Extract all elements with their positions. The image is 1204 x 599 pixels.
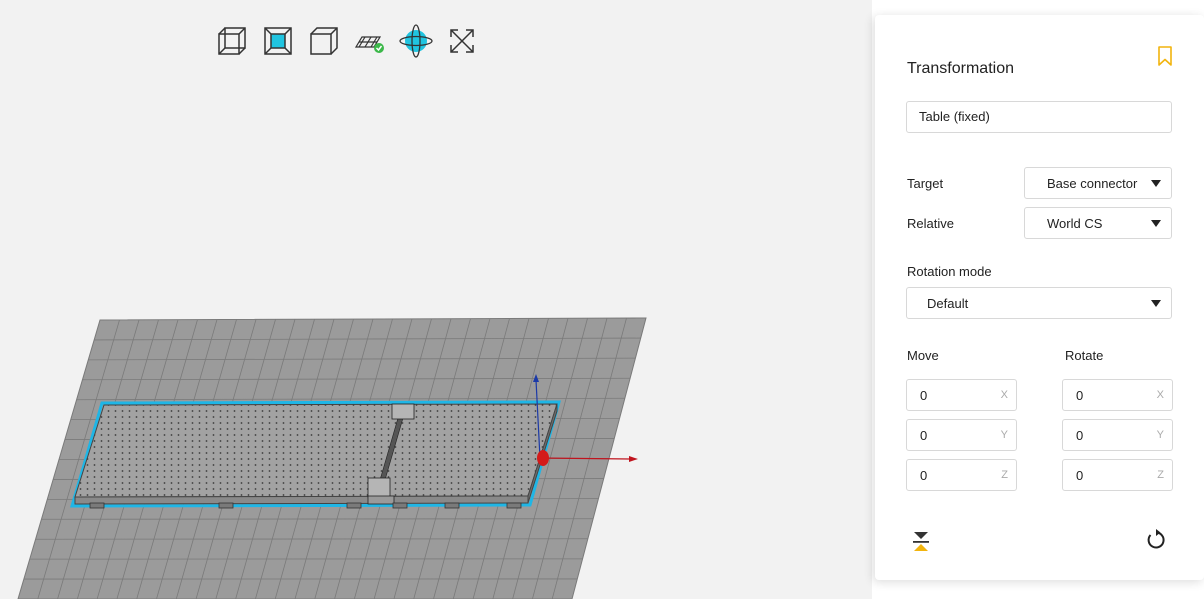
cube-wireframe-icon[interactable] [214, 22, 250, 60]
rotation-mode-label: Rotation mode [907, 264, 992, 279]
move-x-value: 0 [920, 388, 928, 403]
rotate-x-axis-label: X [1156, 389, 1164, 401]
relative-value: World CS [1047, 216, 1103, 231]
orbit-globe-icon[interactable] [398, 22, 434, 60]
plane-check-icon[interactable] [352, 22, 388, 60]
rotate-y-value: 0 [1076, 428, 1084, 443]
rotate-y-field[interactable]: 0 Y [1062, 419, 1173, 451]
table-object[interactable] [69, 400, 561, 509]
3d-viewport[interactable] [0, 0, 872, 599]
rotate-z-field[interactable]: 0 Z [1062, 459, 1173, 491]
target-label: Target [907, 176, 944, 191]
rotate-z-axis-label: Z [1157, 469, 1164, 481]
view-toolbar [214, 22, 490, 60]
bookmark-icon[interactable] [1157, 46, 1173, 66]
expand-arrows-icon[interactable] [444, 22, 480, 60]
cube-outline-icon[interactable] [306, 22, 342, 60]
rotate-z-value: 0 [1076, 468, 1084, 483]
move-x-axis-label: X [1000, 389, 1008, 401]
chevron-down-icon [1151, 180, 1161, 187]
3d-scene[interactable] [0, 0, 872, 599]
panel-title: Transformation [907, 60, 1014, 77]
move-label: Move [907, 348, 939, 363]
target-select[interactable]: Base connector [1024, 167, 1172, 199]
rotate-label: Rotate [1065, 348, 1104, 363]
move-y-value: 0 [920, 428, 928, 443]
drop-to-floor-icon[interactable] [911, 529, 931, 558]
relative-select[interactable]: World CS [1024, 207, 1172, 239]
move-z-axis-label: Z [1001, 469, 1008, 481]
object-name-field[interactable]: Table (fixed) [906, 101, 1172, 133]
cube-front-filled-icon[interactable] [260, 22, 296, 60]
rotate-x-value: 0 [1076, 388, 1084, 403]
move-y-axis-label: Y [1000, 429, 1008, 441]
move-y-field[interactable]: 0 Y [906, 419, 1017, 451]
rotation-mode-select[interactable]: Default [906, 287, 1172, 319]
reset-rotate-icon[interactable] [1145, 529, 1167, 556]
move-x-field[interactable]: 0 X [906, 379, 1017, 411]
move-z-value: 0 [920, 468, 928, 483]
rotate-y-axis-label: Y [1156, 429, 1164, 441]
transformation-panel: Transformation Table (fixed) Target Base… [875, 15, 1204, 580]
chevron-down-icon [1151, 220, 1161, 227]
rotation-mode-value: Default [927, 296, 969, 311]
chevron-down-icon [1151, 300, 1161, 307]
target-value: Base connector [1047, 176, 1138, 191]
relative-label: Relative [907, 216, 954, 231]
rotate-x-field[interactable]: 0 X [1062, 379, 1173, 411]
move-z-field[interactable]: 0 Z [906, 459, 1017, 491]
